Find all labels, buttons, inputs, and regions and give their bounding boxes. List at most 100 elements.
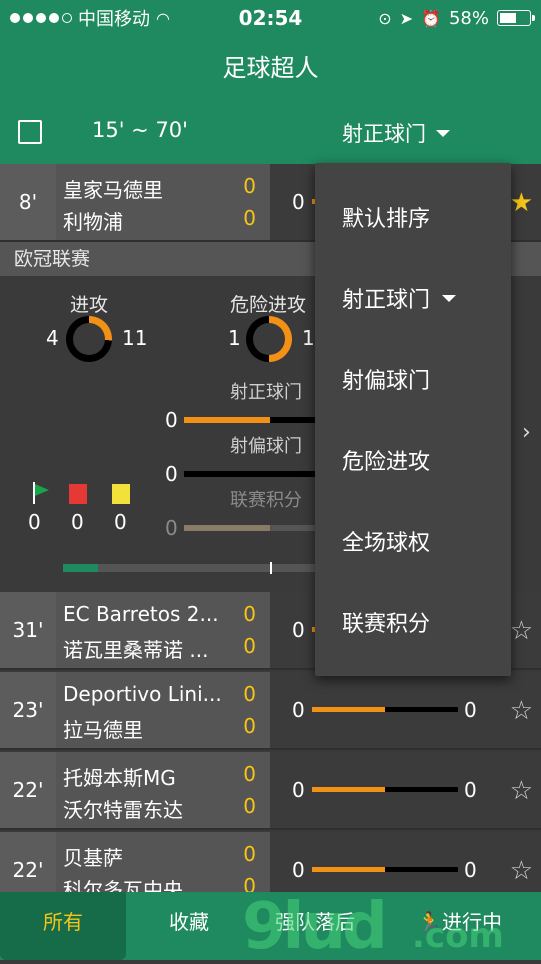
home-score: 0 [243,174,256,198]
shots-on-bar [184,417,315,423]
points-bar [184,525,315,531]
stat-away-value: 0 [464,778,477,802]
stat-home-value: 0 [292,618,305,642]
menu-item-possession[interactable]: 全场球权 [342,525,430,557]
attack-label: 进攻 [70,294,109,316]
danger-attack-label: 危险进攻 [230,294,307,316]
location-icon: ➤ [399,8,414,28]
watermark-logo: 9lud [242,890,388,964]
home-team: 皇家马德里 [63,178,163,202]
lock-rotation-icon: ⊙ [378,8,392,28]
away-score: 0 [243,634,256,658]
stat-away-value: 0 [464,858,477,882]
away-team: 沃尔特雷东达 [63,798,183,822]
menu-item-label: 射正球门 [342,288,431,313]
select-all-checkbox[interactable] [18,120,42,144]
alarm-icon: ⏰ [421,8,441,28]
home-team: EC Barretos 2... [63,602,219,626]
star-outline-icon[interactable]: ☆ [510,776,533,806]
watermark-suffix: .com [412,916,504,956]
match-progress-bar [63,562,315,574]
sort-label: 射正球门 [342,122,426,146]
stat-bar [312,787,458,792]
yellow-card-icon [112,484,130,504]
shots-on-label: 射正球门 [230,382,302,403]
shots-off-label: 射偏球门 [230,436,302,457]
star-filled-icon[interactable]: ★ [510,188,533,218]
chevron-right-icon[interactable]: › [522,420,531,445]
away-team: 拉马德里 [63,718,143,742]
shots-off-bar [184,471,315,477]
home-score: 0 [243,762,256,786]
star-outline-icon[interactable]: ☆ [510,616,533,646]
menu-item-default-sort[interactable]: 默认排序 [342,201,430,233]
menu-item-label: 默认排序 [342,207,431,232]
stat-home-value: 0 [292,778,305,802]
menu-item-shots-on[interactable]: 射正球门 [342,282,457,314]
yellow-cards-count: 0 [114,510,127,534]
time-range[interactable]: 15' ~ 70' [92,118,188,142]
attack-donut-chart [66,316,112,362]
menu-item-label: 射偏球门 [342,369,431,394]
danger-donut-chart [246,316,292,362]
carrier-name: 中国移动 [78,9,150,30]
match-minute: 8' [0,164,56,240]
away-score: 0 [243,714,256,738]
red-cards-count: 0 [71,510,84,534]
menu-item-label: 危险进攻 [342,450,431,475]
home-team: 贝基萨 [63,846,123,870]
sort-dropdown[interactable]: 射正球门 [342,118,450,148]
home-team: Deportivo Lini... [63,682,222,706]
attack-home: 4 [46,326,59,350]
battery-icon [497,10,535,26]
match-minute: 23' [0,672,56,748]
stat-home-value: 0 [292,858,305,882]
star-outline-icon[interactable]: ☆ [510,856,533,886]
menu-item-league-points[interactable]: 联赛积分 [342,606,430,638]
page-title: 足球超人 [0,36,541,100]
menu-item-label: 联赛积分 [342,612,431,637]
battery-percent: 58% [448,7,489,29]
sort-menu: 默认排序 射正球门 射偏球门 危险进攻 全场球权 联赛积分 [315,163,511,676]
shots-off-home: 0 [165,462,178,486]
clock: 02:54 [238,6,303,30]
attack-away: 11 [122,326,148,350]
wifi-icon: ◠ [156,8,170,28]
stat-home-value: 0 [292,698,305,722]
match-row[interactable]: 22' 托姆本斯MG 0 沃尔特雷东达 0 0 0 ☆ [0,752,541,830]
home-score: 0 [243,602,256,626]
tab-favorites[interactable]: 收藏 [126,892,252,960]
away-score: 0 [243,794,256,818]
shots-on-home: 0 [165,408,178,432]
caret-down-icon [442,294,457,302]
home-score: 0 [243,842,256,866]
away-team: 利物浦 [63,210,123,234]
menu-item-danger-attack[interactable]: 危险进攻 [342,444,430,476]
menu-item-shots-off[interactable]: 射偏球门 [342,363,430,395]
stat-bar [312,707,458,712]
red-card-icon [69,484,87,504]
match-row[interactable]: 23' Deportivo Lini... 0 拉马德里 0 0 0 ☆ [0,672,541,750]
points-home: 0 [165,516,178,540]
match-minute: 31' [0,592,56,668]
menu-item-label: 全场球权 [342,531,431,556]
stat-home-value: 0 [292,190,305,214]
danger-away: 1 [302,326,315,350]
corners-count: 0 [28,510,41,534]
away-score: 0 [243,206,256,230]
signal-icon [10,13,72,23]
home-team: 托姆本斯MG [63,766,176,790]
status-bar: 中国移动 ◠ 02:54 ⊙ ➤ ⏰ 58% [0,0,541,36]
tab-all[interactable]: 所有 [0,892,126,960]
stat-bar [312,867,458,872]
home-score: 0 [243,682,256,706]
stat-away-value: 0 [464,698,477,722]
corner-flag-icon [32,482,50,504]
filter-bar: 15' ~ 70' 射正球门 [0,100,541,164]
points-label: 联赛积分 [230,490,302,511]
danger-home: 1 [228,326,241,350]
away-team: 诺瓦里桑蒂诺 ... [63,638,209,662]
caret-down-icon [436,129,450,137]
match-minute: 22' [0,752,56,828]
star-outline-icon[interactable]: ☆ [510,696,533,726]
